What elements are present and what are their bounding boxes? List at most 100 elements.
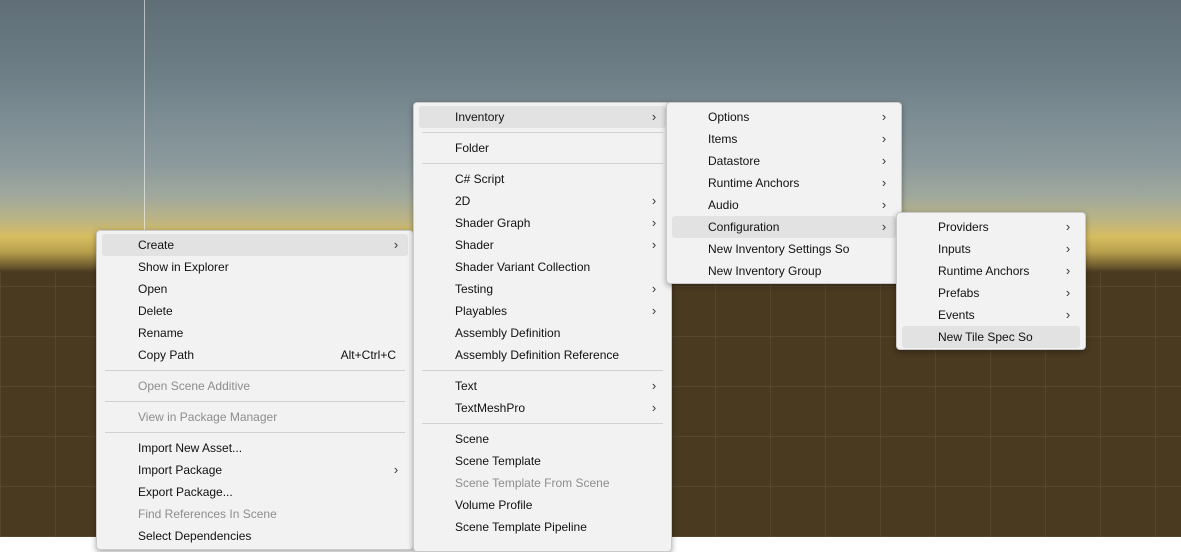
menu-item-open-scene-additive: Open Scene Additive xyxy=(102,375,408,397)
menu-item-label: Items xyxy=(708,132,738,146)
menu-item-label: Testing xyxy=(455,282,494,296)
chevron-right-icon: › xyxy=(881,197,887,212)
menu-item-label: Copy Path xyxy=(138,348,195,362)
menu-item-label: New Inventory Settings So xyxy=(708,242,850,256)
menu-item-folder[interactable]: Folder xyxy=(419,137,666,159)
create-submenu: Inventory › Folder C# Script 2D › Shader G… xyxy=(413,102,672,552)
menu-item-label: Create xyxy=(138,238,175,252)
menu-item-configuration[interactable]: Configuration › xyxy=(672,216,896,238)
menu-item-datastore[interactable]: Datastore › xyxy=(672,150,896,172)
menu-item-label: Shader Graph xyxy=(455,216,531,230)
menu-item-testing[interactable]: Testing › xyxy=(419,278,666,300)
menu-item-label: Inputs xyxy=(938,242,971,256)
menu-item-events[interactable]: Events › xyxy=(902,304,1080,326)
menu-item-label: Runtime Anchors xyxy=(708,176,800,190)
menu-item-select-dependencies[interactable]: Select Dependencies xyxy=(102,525,408,547)
menu-item-label: Configuration xyxy=(708,220,780,234)
chevron-right-icon: › xyxy=(881,219,887,234)
menu-item-audio[interactable]: Audio › xyxy=(672,194,896,216)
chevron-right-icon: › xyxy=(651,109,657,124)
menu-item-scene-template[interactable]: Scene Template xyxy=(419,450,666,472)
menu-item-label: Inventory xyxy=(455,110,505,124)
menu-item-scene-template-pipeline[interactable]: Scene Template Pipeline xyxy=(419,516,666,538)
menu-item-import-new-asset[interactable]: Import New Asset... xyxy=(102,437,408,459)
menu-item-label: Open xyxy=(138,282,168,296)
menu-item-runtime-anchors[interactable]: Runtime Anchors › xyxy=(902,260,1080,282)
chevron-right-icon: › xyxy=(1065,285,1071,300)
menu-item-prefabs[interactable]: Prefabs › xyxy=(902,282,1080,304)
menu-item-import-package[interactable]: Import Package › xyxy=(102,459,408,481)
menu-item-new-inventory-settings-so[interactable]: New Inventory Settings So xyxy=(672,238,896,260)
menu-item-shader-variant-collection[interactable]: Shader Variant Collection xyxy=(419,256,666,278)
chevron-right-icon: › xyxy=(881,153,887,168)
configuration-submenu: Providers › Inputs › Runtime Anchors › Pref… xyxy=(896,212,1086,350)
menu-item-shader-graph[interactable]: Shader Graph › xyxy=(419,212,666,234)
menu-item-shader[interactable]: Shader › xyxy=(419,234,666,256)
menu-item-label: Export Package... xyxy=(138,485,233,499)
menu-item-export-package[interactable]: Export Package... xyxy=(102,481,408,503)
menu-item-label: Delete xyxy=(138,304,173,318)
menu-item-label: Playables xyxy=(455,304,508,318)
menu-item-rename[interactable]: Rename xyxy=(102,322,408,344)
menu-item-show-in-explorer[interactable]: Show in Explorer xyxy=(102,256,408,278)
menu-item-copy-path[interactable]: Copy Path Alt+Ctrl+C xyxy=(102,344,408,366)
menu-item-label: View in Package Manager xyxy=(138,410,278,424)
menu-item-providers[interactable]: Providers › xyxy=(902,216,1080,238)
menu-item-textmeshpro[interactable]: TextMeshPro › xyxy=(419,397,666,419)
menu-item-playables[interactable]: Playables › xyxy=(419,300,666,322)
menu-separator xyxy=(105,401,405,402)
inventory-submenu: Options › Items › Datastore › Runtime Ancho… xyxy=(666,102,902,284)
menu-item-create[interactable]: Create › xyxy=(102,234,408,256)
menu-item-text[interactable]: Text › xyxy=(419,375,666,397)
menu-separator xyxy=(422,423,663,424)
menu-item-label: C# Script xyxy=(455,172,505,186)
menu-item-label: Audio xyxy=(708,198,739,212)
menu-item-label: Runtime Anchors xyxy=(938,264,1030,278)
menu-item-label: New Inventory Group xyxy=(708,264,822,278)
menu-item-label: Scene Template Pipeline xyxy=(455,520,587,534)
menu-item-options[interactable]: Options › xyxy=(672,106,896,128)
menu-item-view-in-package-manager: View in Package Manager xyxy=(102,406,408,428)
menu-item-assembly-definition[interactable]: Assembly Definition xyxy=(419,322,666,344)
menu-item-inventory[interactable]: Inventory › xyxy=(419,106,666,128)
menu-item-label: Shader xyxy=(455,238,494,252)
menu-item-new-inventory-group[interactable]: New Inventory Group xyxy=(672,260,896,282)
menu-item-label: Scene xyxy=(455,432,490,446)
menu-item-label: Events xyxy=(938,308,975,322)
menu-item-label: Import New Asset... xyxy=(138,441,243,455)
menu-item-find-references-in-scene: Find References In Scene xyxy=(102,503,408,525)
menu-item-csharp-script[interactable]: C# Script xyxy=(419,168,666,190)
menu-item-open[interactable]: Open xyxy=(102,278,408,300)
menu-item-label: Volume Profile xyxy=(455,498,533,512)
menu-item-label: Open Scene Additive xyxy=(138,379,251,393)
chevron-right-icon: › xyxy=(651,237,657,252)
menu-item-2d[interactable]: 2D › xyxy=(419,190,666,212)
menu-item-label: Prefabs xyxy=(938,286,980,300)
menu-item-scene[interactable]: Scene xyxy=(419,428,666,450)
menu-item-label: Providers xyxy=(938,220,989,234)
menu-item-label: New Tile Spec So xyxy=(938,330,1033,344)
chevron-right-icon: › xyxy=(651,193,657,208)
menu-item-runtime-anchors[interactable]: Runtime Anchors › xyxy=(672,172,896,194)
chevron-right-icon: › xyxy=(881,131,887,146)
chevron-right-icon: › xyxy=(651,400,657,415)
menu-item-delete[interactable]: Delete xyxy=(102,300,408,322)
menu-item-assembly-definition-reference[interactable]: Assembly Definition Reference xyxy=(419,344,666,366)
scene-axis-line xyxy=(144,0,145,232)
menu-item-label: 2D xyxy=(455,194,471,208)
menu-item-label: Folder xyxy=(455,141,490,155)
menu-item-inputs[interactable]: Inputs › xyxy=(902,238,1080,260)
menu-item-label: Scene Template From Scene xyxy=(455,476,610,490)
menu-item-volume-profile[interactable]: Volume Profile xyxy=(419,494,666,516)
menu-item-label: Find References In Scene xyxy=(138,507,277,521)
menu-item-new-tile-spec-so[interactable]: New Tile Spec So xyxy=(902,326,1080,348)
menu-item-items[interactable]: Items › xyxy=(672,128,896,150)
menu-separator xyxy=(422,132,663,133)
chevron-right-icon: › xyxy=(1065,241,1071,256)
menu-separator xyxy=(422,370,663,371)
menu-item-label: Select Dependencies xyxy=(138,529,252,543)
menu-item-label: Assembly Definition Reference xyxy=(455,348,620,362)
chevron-right-icon: › xyxy=(651,303,657,318)
menu-separator xyxy=(105,370,405,371)
menu-item-label: Text xyxy=(455,379,478,393)
